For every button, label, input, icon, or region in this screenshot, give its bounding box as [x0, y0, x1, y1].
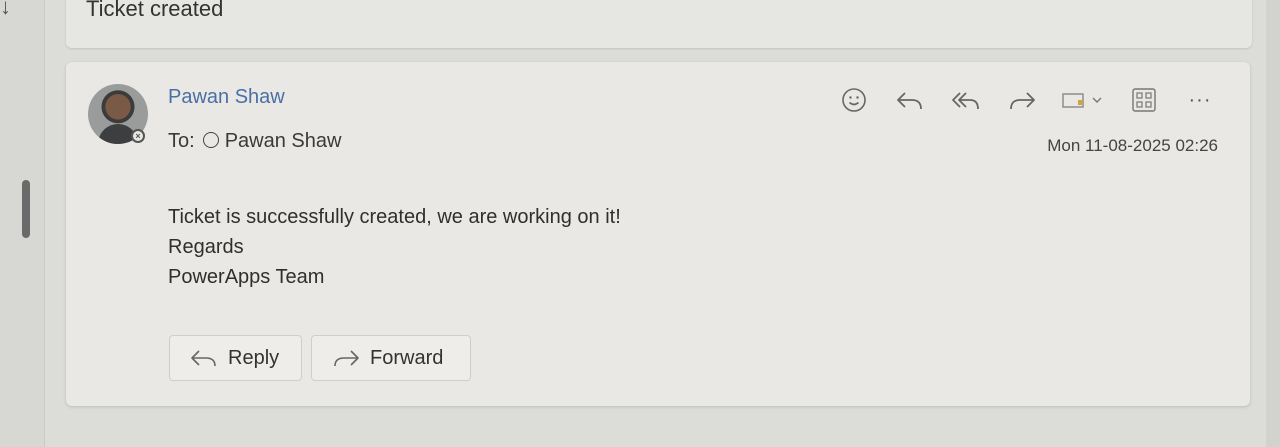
reply-button[interactable]: Reply [169, 335, 302, 381]
recipient-presence-icon [202, 132, 219, 148]
message-body: Ticket is successfully created, we are w… [168, 202, 621, 292]
apps-icon [1132, 88, 1156, 112]
more-icon: ··· [1188, 88, 1212, 111]
message-card: × Pawan Shaw To: Pawan Shaw ··· Mon 11-0… [66, 62, 1250, 406]
body-line: Ticket is successfully created, we are w… [168, 206, 621, 228]
apps-button[interactable] [1124, 84, 1164, 116]
share-dropdown-button[interactable] [1058, 84, 1108, 116]
to-label: To: [168, 130, 195, 152]
body-line: Regards [168, 236, 244, 258]
message-list-pane: ↓ [0, 0, 45, 447]
recipient-line: To: Pawan Shaw [168, 130, 341, 153]
reply-toolbar-button[interactable] [890, 84, 930, 116]
emoji-reaction-button[interactable] [834, 84, 874, 116]
subject-title: Ticket created [86, 0, 224, 21]
sender-name[interactable]: Pawan Shaw [168, 86, 285, 109]
message-toolbar: ··· [818, 84, 1220, 116]
presence-offline-icon: × [131, 129, 145, 143]
recipient-name[interactable]: Pawan Shaw [225, 130, 342, 152]
body-line: PowerApps Team [168, 266, 325, 288]
reading-pane-scroll-track[interactable] [1266, 0, 1280, 447]
reply-all-toolbar-button[interactable] [946, 84, 986, 116]
forward-icon [1010, 92, 1035, 110]
reply-button-label: Reply [228, 346, 280, 369]
subject-header: Ticket created [66, 0, 1252, 48]
reply-icon [897, 92, 922, 110]
reply-all-icon [952, 92, 979, 110]
arrow-down-icon[interactable]: ↓ [0, 0, 11, 20]
message-timestamp: Mon 11-08-2025 02:26 [1047, 136, 1218, 155]
forward-toolbar-button[interactable] [1002, 84, 1042, 116]
teams-share-icon [1062, 93, 1102, 108]
more-options-button[interactable]: ··· [1180, 84, 1220, 116]
forward-icon [332, 348, 360, 368]
scrollbar-thumb[interactable] [22, 180, 30, 238]
forward-button[interactable]: Forward [311, 335, 471, 381]
forward-button-label: Forward [370, 346, 444, 369]
reply-icon [190, 348, 218, 368]
emoji-icon [842, 88, 866, 112]
